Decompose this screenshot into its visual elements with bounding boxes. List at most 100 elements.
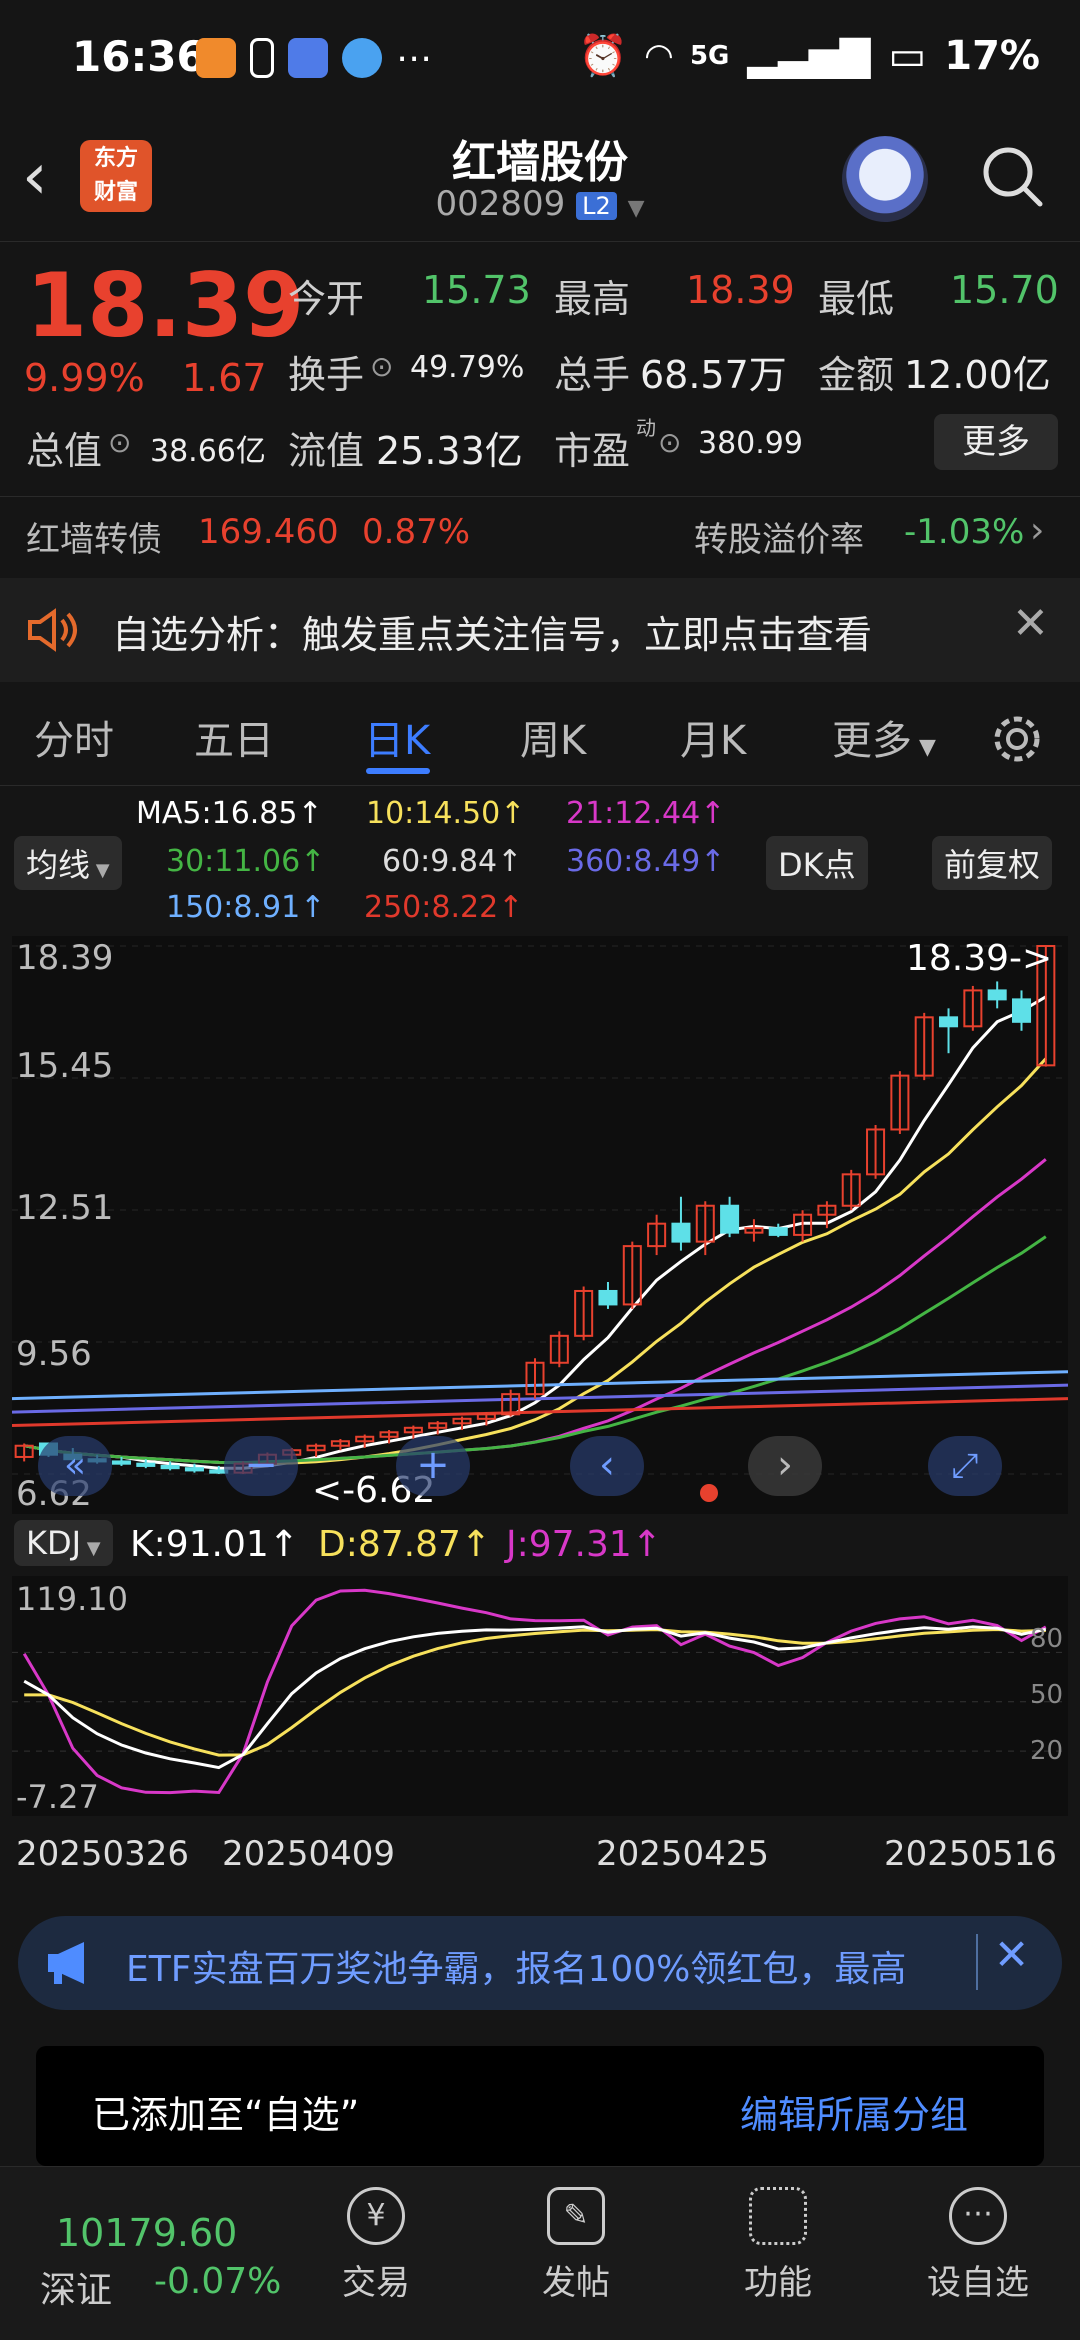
info-icon[interactable]: ⊙ — [370, 350, 393, 383]
ma21-value: 21:12.44↑ — [566, 796, 726, 831]
back-arrow-icon[interactable]: ‹ — [22, 140, 48, 214]
divider — [976, 1934, 978, 1990]
candle-body — [136, 1462, 156, 1467]
network-type: 5G — [689, 40, 730, 71]
status-bar: 16:36 ⋯ ⏰ ◠ 5G ▂▃▅▇ ▭ 17% — [0, 0, 1080, 120]
index-name: 深证 — [40, 2270, 113, 2311]
index-pct: -0.07% — [154, 2261, 282, 2302]
divider — [0, 496, 1080, 497]
close-icon[interactable]: ✕ — [1012, 598, 1049, 649]
candle-body — [987, 989, 1007, 1001]
x-tick: 20250516 — [884, 1834, 1058, 1874]
close-icon[interactable]: ✕ — [994, 1930, 1029, 1979]
l2-badge: L2 — [576, 191, 617, 220]
mktcap-value: 38.66亿 — [150, 434, 266, 469]
adjust-button[interactable]: 前复权 — [932, 836, 1053, 890]
x-tick: 20250326 — [16, 1834, 190, 1874]
tab-daily-k[interactable]: 日K — [364, 708, 430, 766]
y-tick: 18.39 — [16, 938, 114, 978]
fullscreen-icon[interactable]: ⤢ — [928, 1436, 1002, 1496]
nav-trade[interactable]: ¥ 交易 — [306, 2187, 446, 2304]
convertible-bond-row[interactable]: 红墙转债 169.460 0.87% 转股溢价率 -1.03% › — [0, 498, 1080, 570]
yen-icon: ¥ — [347, 2187, 405, 2245]
high-label: 最高 — [554, 277, 631, 321]
candlestick-chart[interactable] — [12, 936, 1068, 1514]
index-ticker[interactable]: 10179.60 深证 -0.07% — [0, 2167, 290, 2340]
status-time: 16:36 — [72, 32, 206, 81]
pencil-icon: ✎ — [547, 2187, 605, 2245]
ad-banner[interactable]: ETF实盘百万奖池争霸，报名100%领红包，最高 ✕ — [18, 1916, 1062, 2010]
toast-text: 已添加至“自选” — [92, 2093, 360, 2137]
app-notification-icon — [288, 38, 328, 78]
notification-icons: ⋯ — [196, 38, 432, 79]
more-notifications-icon: ⋯ — [396, 38, 432, 79]
amount-label: 金额 — [818, 353, 895, 397]
search-icon[interactable] — [980, 144, 1044, 208]
y-tick: 12.51 — [16, 1188, 114, 1228]
tab-weekly-k[interactable]: 周K — [520, 708, 586, 766]
grid-icon — [749, 2187, 807, 2245]
tab-intraday[interactable]: 分时 — [34, 708, 114, 766]
edit-group-button[interactable]: 编辑所属分组 — [740, 2084, 968, 2139]
change-percent: 9.99% — [24, 356, 145, 400]
more-button[interactable]: 更多 — [934, 414, 1058, 470]
settings-gear-icon[interactable] — [990, 712, 1044, 766]
shrink-icon[interactable]: « — [38, 1436, 112, 1496]
ma5-value: MA5:16.85↑ — [136, 796, 323, 831]
y-tick: 15.45 — [16, 1046, 114, 1086]
tab-five-day[interactable]: 五日 — [194, 708, 274, 766]
ma60-value: 60:9.84↑ — [382, 844, 523, 879]
toast: 已添加至“自选” 编辑所属分组 — [36, 2046, 1044, 2166]
dk-points-button[interactable]: DK点 — [766, 836, 868, 890]
candle-body — [768, 1227, 788, 1236]
premium-label: 转股溢价率 — [694, 520, 864, 560]
zoom-in-icon[interactable]: + — [396, 1436, 470, 1496]
scroll-right-icon[interactable]: › — [748, 1436, 822, 1496]
battery-icon: ▭ — [888, 32, 927, 79]
chevron-right-icon: › — [1030, 510, 1045, 551]
open-label: 今开 — [288, 277, 365, 321]
ma150-value: 150:8.91↑ — [166, 890, 326, 925]
info-icon[interactable]: ⊙ — [108, 426, 131, 459]
nav-post[interactable]: ✎ 发帖 — [506, 2187, 646, 2304]
app-logo[interactable]: 东方 财富 — [80, 140, 152, 212]
tab-more-label: 更多 — [832, 718, 912, 764]
amount-value: 12.00亿 — [904, 353, 1051, 397]
stock-header: 红墙股份 002809 L2 ▼ ‹ 东方 财富 — [0, 120, 1080, 242]
nav-add-watchlist[interactable]: ⋯ 设自选 — [908, 2187, 1048, 2304]
indicator-selector-label: KDJ — [26, 1524, 82, 1562]
bottom-nav: 10179.60 深证 -0.07% ¥ 交易 ✎ 发帖 功能 ⋯ 设自选 — [0, 2166, 1080, 2340]
candle-body — [111, 1460, 131, 1465]
kdj-chart[interactable] — [12, 1576, 1068, 1816]
kdj-level-80: 80 — [1030, 1624, 1064, 1654]
notice-banner[interactable]: 自选分析：触发重点关注信号，立即点击查看 ✕ — [0, 578, 1080, 682]
wifi-icon: ◠ — [645, 35, 672, 76]
info-icon[interactable]: ⊙ — [658, 426, 681, 459]
candle-body — [184, 1467, 204, 1472]
bond-price: 169.460 — [198, 512, 339, 552]
tab-more[interactable]: 更多 ▼ — [832, 708, 936, 766]
stock-code: 002809 — [435, 184, 566, 224]
chevron-down-icon: ▼ — [912, 735, 936, 760]
turnover-label: 换手 — [288, 353, 365, 397]
tab-monthly-k[interactable]: 月K — [680, 708, 746, 766]
index-value: 10179.60 — [56, 2211, 238, 2255]
more-dots-icon: ⋯ — [949, 2187, 1007, 2245]
kdj-level-20: 20 — [1030, 1736, 1064, 1766]
scroll-left-icon[interactable]: ‹ — [570, 1436, 644, 1496]
active-tab-indicator — [366, 768, 430, 774]
ma360-value: 360:8.49↑ — [566, 844, 726, 879]
candle-body — [671, 1222, 691, 1243]
ma-selector[interactable]: 均线 ▼ — [14, 836, 122, 890]
assistant-robot-icon[interactable] — [842, 136, 928, 222]
float-value: 25.33亿 — [376, 429, 523, 473]
indicator-selector[interactable]: KDJ ▼ — [14, 1520, 113, 1566]
float-label: 流值 — [288, 429, 365, 473]
status-right: ⏰ ◠ 5G ▂▃▅▇ ▭ 17% — [578, 32, 1040, 80]
megaphone-icon — [48, 1942, 84, 1984]
open-value: 15.73 — [422, 268, 531, 312]
zoom-out-icon[interactable]: − — [224, 1436, 298, 1496]
candle-body — [939, 1016, 959, 1028]
nav-functions[interactable]: 功能 — [708, 2187, 848, 2304]
hourglass-icon — [250, 38, 274, 78]
